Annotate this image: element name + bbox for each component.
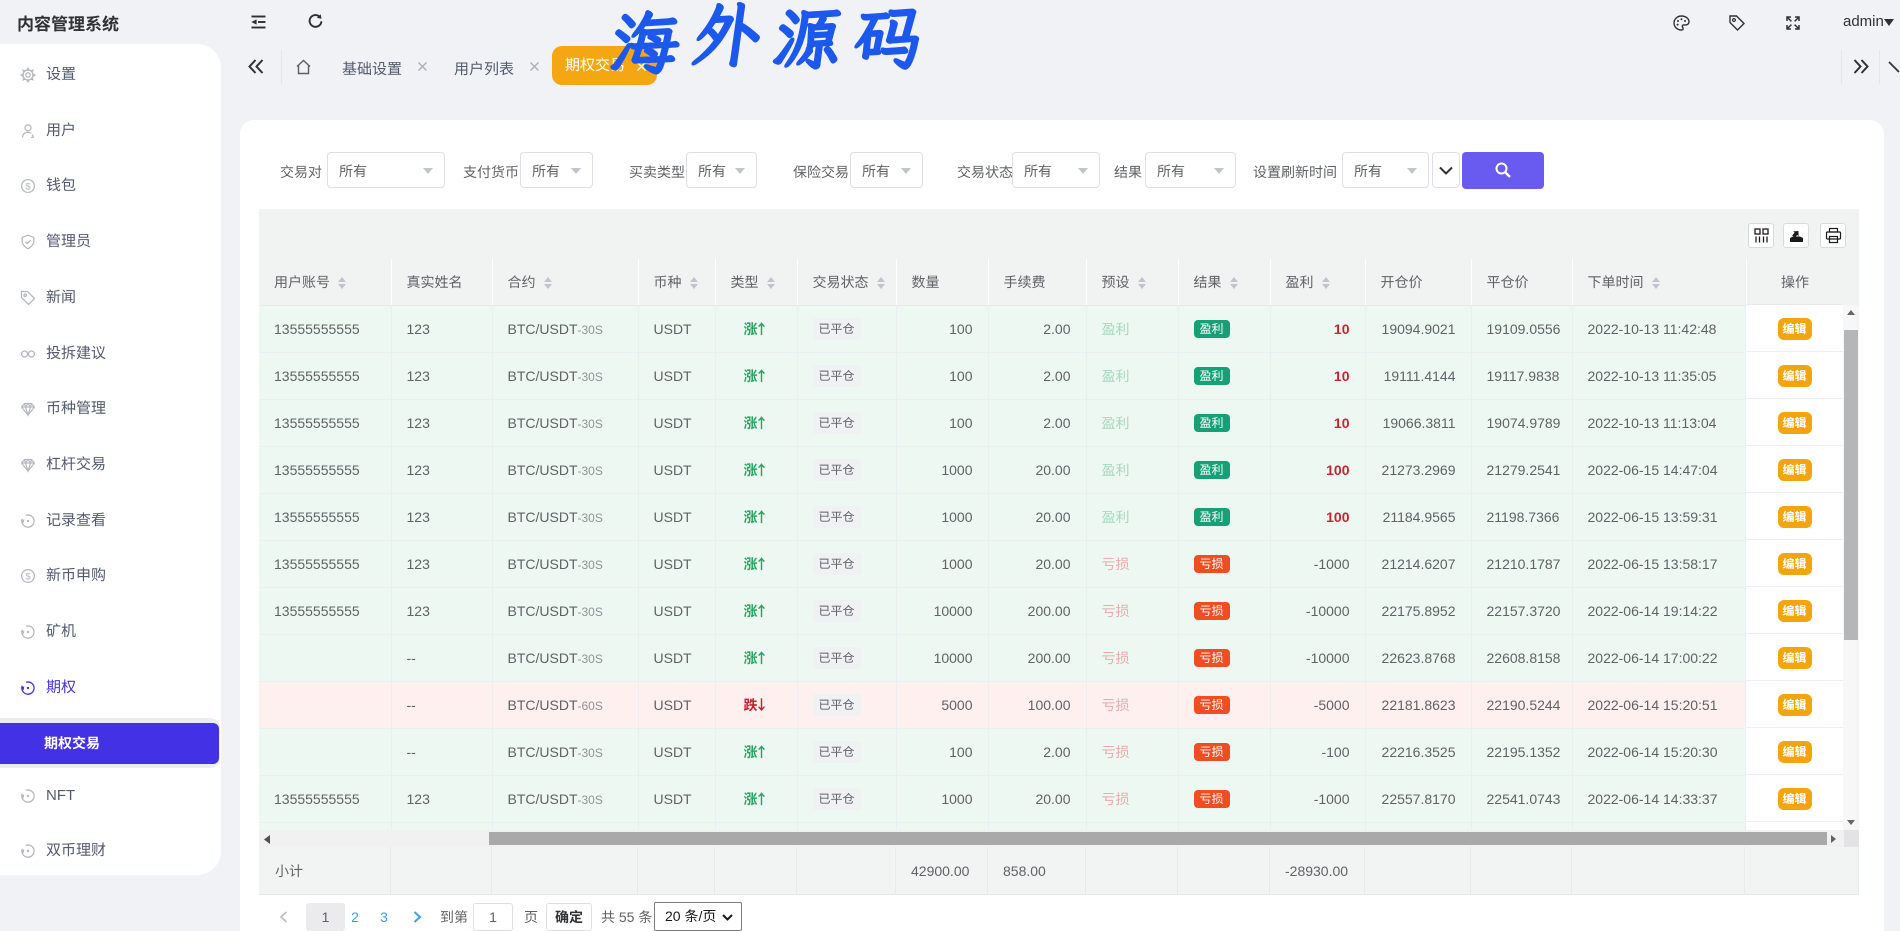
svg-text:$: $ [25, 572, 31, 583]
svg-text:$: $ [25, 182, 31, 193]
